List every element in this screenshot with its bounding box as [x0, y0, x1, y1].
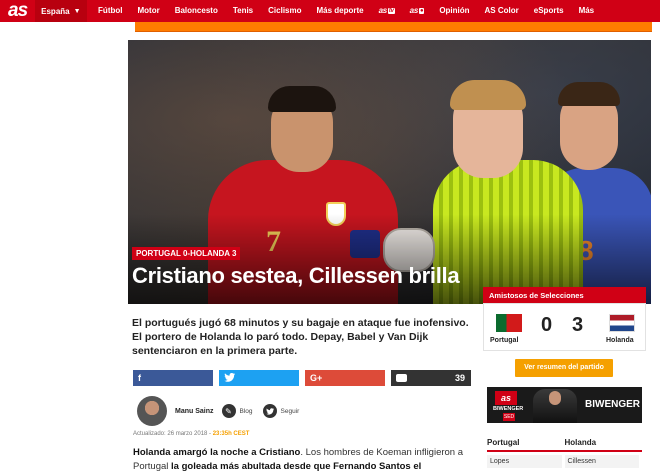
nav-item-mas[interactable]: Más: [571, 0, 602, 22]
lineup-away-player[interactable]: Cillessen: [564, 455, 639, 468]
goalkeeper-hair: [450, 80, 526, 110]
author-bar: Manu Sainz ✎ Blog Seguir: [133, 395, 473, 427]
body-bold-2: la goleada más abultada desde que Fernan…: [171, 461, 422, 472]
lineup-row: Lopes Cillessen: [487, 455, 642, 468]
author-name[interactable]: Manu Sainz: [175, 408, 214, 415]
lineup-home-header: Portugal: [487, 438, 520, 447]
comments-count: 39: [454, 373, 465, 383]
nav-item-ciclismo[interactable]: Ciclismo: [261, 0, 309, 22]
nav-item-astv[interactable]: as tv: [371, 0, 402, 22]
share-twitter-button[interactable]: [219, 370, 299, 386]
camera-icon: ●: [418, 8, 425, 14]
comment-bubble-icon: [396, 374, 407, 382]
nav-item-baloncesto[interactable]: Baloncesto: [167, 0, 225, 22]
chevron-down-icon: ▼: [73, 7, 81, 15]
body-bold-1: Holanda amargó la noche a Cristiano: [133, 447, 301, 458]
astv-tag: tv: [387, 8, 395, 14]
banner-person-image: [533, 389, 577, 423]
updated-time: 23:35h CEST: [212, 431, 250, 437]
banner-brand-name: BIWENGER: [585, 399, 640, 410]
region-selector[interactable]: España ▼: [35, 0, 87, 22]
banner-seal: SED: [503, 413, 515, 421]
nav-item-tenis[interactable]: Tenis: [225, 0, 260, 22]
twitter-icon: [224, 372, 236, 384]
lineups-table: Portugal Holanda Lopes Cillessen: [487, 438, 642, 468]
nav-item-motor[interactable]: Motor: [130, 0, 167, 22]
googleplus-icon: G+: [310, 373, 323, 383]
article-headline[interactable]: Cristiano sestea, Cillessen brilla: [132, 263, 460, 289]
match-competition-header[interactable]: Amistosos de Selecciones: [483, 287, 646, 303]
nav-item-esports[interactable]: eSports: [526, 0, 571, 22]
nav-item-as-color[interactable]: AS Color: [477, 0, 526, 22]
match-summary-button[interactable]: Ver resumen del partido: [515, 359, 613, 377]
updated-label: Actualizado: 26 marzo 2018 -: [133, 431, 213, 437]
as-logo[interactable]: as: [0, 0, 35, 22]
article-dateline: Actualizado: 26 marzo 2018 - 23:35h CEST: [133, 431, 249, 437]
author-blog-link[interactable]: Blog: [240, 408, 253, 415]
match-scoreboard[interactable]: 0 3 Portugal Holanda: [483, 303, 646, 351]
as-logo-small: as: [495, 391, 517, 405]
twitter-follow-icon[interactable]: [262, 404, 277, 418]
nav-item-mas-deporte[interactable]: Más deporte: [309, 0, 371, 22]
facebook-icon: f: [138, 373, 141, 383]
share-googleplus-button[interactable]: G+: [305, 370, 385, 386]
author-avatar[interactable]: [137, 396, 167, 426]
as-photo-logo-text: as: [409, 6, 419, 15]
nav-item-opinion[interactable]: Opinión: [432, 0, 477, 22]
article-lead: El portugués jugó 68 minutos y su bagaje…: [132, 317, 469, 357]
biwenger-ad-banner[interactable]: as BIWENGER SED BIWENGER: [487, 387, 642, 423]
player-blue-hair: [558, 82, 620, 106]
author-follow-link[interactable]: Seguir: [281, 408, 300, 415]
banner-small-text: BIWENGER: [493, 406, 524, 412]
nav-item-as-photo[interactable]: as ●: [402, 0, 432, 22]
home-team-name: Portugal: [490, 337, 519, 344]
lineups-header: Portugal Holanda: [487, 438, 642, 452]
comments-button[interactable]: 39: [391, 370, 471, 386]
netherlands-flag-icon: [609, 314, 635, 332]
ad-banner-strip[interactable]: [135, 22, 652, 32]
share-facebook-button[interactable]: f: [133, 370, 213, 386]
lineup-home-player[interactable]: Lopes: [487, 455, 562, 468]
portugal-flag-icon: [496, 314, 522, 332]
astv-logo-text: as: [378, 6, 388, 15]
nav-item-futbol[interactable]: Fútbol: [91, 0, 130, 22]
article-kicker[interactable]: PORTUGAL 0-HOLANDA 3: [132, 247, 241, 260]
top-navigation: as España ▼ Fútbol Motor Baloncesto Teni…: [0, 0, 660, 22]
article-body: Holanda amargó la noche a Cristiano. Los…: [133, 446, 473, 474]
home-score: 0: [541, 314, 553, 336]
away-team-name: Holanda: [606, 337, 634, 344]
region-label: España: [41, 6, 70, 16]
lineup-away-header: Holanda: [564, 438, 597, 447]
away-score: 3: [572, 314, 584, 336]
pencil-icon[interactable]: ✎: [221, 404, 236, 418]
player-red-hair: [268, 86, 336, 112]
